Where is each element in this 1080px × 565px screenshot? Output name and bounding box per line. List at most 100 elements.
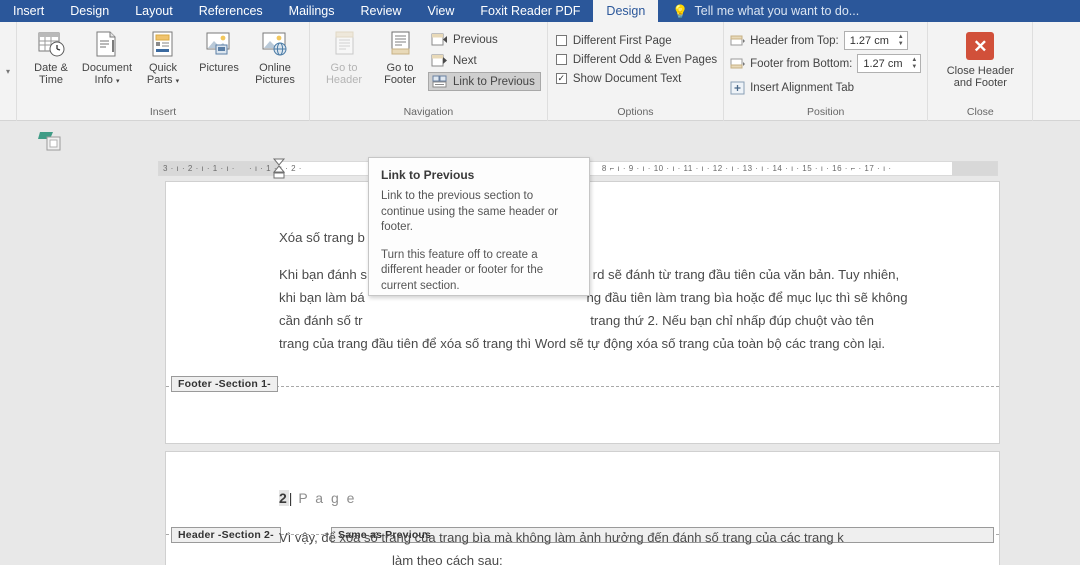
close-header-and-footer-button[interactable]: ✕ Close Header and Footer <box>934 26 1026 92</box>
footer-from-bottom-input[interactable]: 1.27 cm ▲ ▼ <box>857 54 922 73</box>
date-and-time-label: Date & Time <box>34 62 68 86</box>
ribbon-empty-area <box>1032 22 1080 121</box>
go-to-header-button[interactable]: Go to Header <box>316 26 372 89</box>
tab-design[interactable]: Design <box>57 0 122 22</box>
tab-foxit-reader-pdf[interactable]: Foxit Reader PDF <box>467 0 593 22</box>
footer-from-bottom-value: 1.27 cm <box>863 57 903 70</box>
page1-paragraph-line4: trang của trang đầu tiên để xóa số trang… <box>279 336 886 351</box>
page-label: P a g e <box>298 490 357 506</box>
tab-view[interactable]: View <box>415 0 468 22</box>
checkbox-different-odd-even-pages[interactable]: Different Odd & Even Pages <box>554 50 717 69</box>
quick-parts-button[interactable]: Quick Parts ▾ <box>135 26 191 91</box>
ruler-marks-left: 3 · ı · 2 · ı · 1 · ı · <box>163 164 235 173</box>
checkbox-icon <box>555 35 567 46</box>
pictures-button[interactable]: Pictures <box>191 26 247 77</box>
calendar-clock-icon <box>38 32 65 57</box>
online-pictures-button[interactable]: Online Pictures <box>247 26 303 89</box>
group-label-options: Options <box>617 106 654 118</box>
document-workspace: 3 · ı · 2 · ı · 1 · ı · · ı · 1 · ı · 2 … <box>0 121 1080 565</box>
pictures-label: Pictures <box>199 62 239 74</box>
quick-parts-label: Quick Parts <box>146 62 178 86</box>
link-to-previous-icon <box>432 75 447 88</box>
insert-alignment-tab-icon <box>730 81 745 94</box>
different-first-page-label: Different First Page <box>572 34 672 47</box>
tooltip-title: Link to Previous <box>381 168 475 182</box>
footer-from-bottom-icon <box>730 58 746 69</box>
go-to-footer-label: Go to Footer <box>384 62 416 86</box>
tab-insert[interactable]: Insert <box>0 0 57 22</box>
checkbox-icon <box>555 54 567 65</box>
indent-markers-icon[interactable] <box>272 158 286 180</box>
tab-references[interactable]: References <box>186 0 276 22</box>
footer-from-bottom-label: Footer from Bottom: <box>750 57 853 70</box>
header-section-2-marker: Header -Section 2- <box>171 527 281 543</box>
document-info-icon <box>96 31 116 57</box>
link-to-previous-button[interactable]: Link to Previous <box>428 72 541 91</box>
pictures-icon <box>206 32 230 55</box>
spinner-arrows-icon[interactable]: ▲ ▼ <box>898 34 904 47</box>
previous-section-button[interactable]: Previous <box>428 30 541 49</box>
chevron-down-icon: ▾ <box>175 78 180 85</box>
header-from-top-value: 1.27 cm <box>849 34 889 47</box>
tab-review[interactable]: Review <box>348 0 415 22</box>
document-info-button[interactable]: Document Info ▾ <box>79 26 135 91</box>
tell-me-search[interactable]: 💡 Tell me what you want to do... <box>658 0 859 22</box>
ribbon-overflow-arrow[interactable]: ▾ <box>0 22 16 121</box>
tab-layout[interactable]: Layout <box>122 0 186 22</box>
tab-mailings[interactable]: Mailings <box>276 0 348 22</box>
lightbulb-icon: 💡 <box>672 3 689 19</box>
p1-l3a: cần đánh số tr <box>279 313 363 328</box>
page2-body-line1: Vì vậy, để xóa số trang của trang bìa mà… <box>279 530 844 545</box>
ribbon-group-navigation: Go to Header Go to Footer Previous Next … <box>309 22 547 121</box>
page2-body-line2: làm theo cách sau: <box>392 553 503 565</box>
footer-from-bottom-row: Footer from Bottom: 1.27 cm ▲ ▼ <box>730 53 922 74</box>
paste-options-icon[interactable] <box>38 130 64 152</box>
ribbon-group-close: ✕ Close Header and Footer Close <box>927 22 1032 121</box>
previous-section-icon <box>431 33 447 46</box>
footer-divider-line <box>166 386 999 387</box>
go-to-footer-button[interactable]: Go to Footer <box>372 26 428 89</box>
checkbox-checked-icon: ✓ <box>555 73 567 84</box>
insert-alignment-tab-button[interactable]: Insert Alignment Tab <box>730 76 854 97</box>
ruler-marks-mid: · ı · 1 · ı · 2 · <box>248 164 302 173</box>
text-caret: | <box>288 490 293 506</box>
online-pictures-label: Online Pictures <box>255 62 295 86</box>
group-label-close: Close <box>966 106 994 118</box>
p1-l1a: Khi bạn đánh s <box>279 267 367 282</box>
header-from-top-input[interactable]: 1.27 cm ▲ ▼ <box>843 31 908 50</box>
go-to-footer-icon <box>391 31 410 55</box>
checkbox-different-first-page[interactable]: Different First Page <box>554 31 672 50</box>
ribbon-group-position: Header from Top: 1.27 cm ▲ ▼ Footer from … <box>723 22 927 121</box>
date-and-time-button[interactable]: Date & Time <box>23 26 79 89</box>
header-from-top-row: Header from Top: 1.27 cm ▲ ▼ <box>730 30 908 51</box>
ribbon-tab-bar: Insert Design Layout References Mailings… <box>0 0 1080 22</box>
tab-design-header-footer-tools[interactable]: Design <box>593 0 659 22</box>
spinner-arrows-icon[interactable]: ▲ ▼ <box>911 57 917 70</box>
go-to-header-icon <box>335 31 354 55</box>
quick-parts-icon <box>152 31 173 57</box>
close-x-icon: ✕ <box>966 32 995 60</box>
ribbon: ▾ Date & Time Document Info ▾ Quick Part… <box>0 22 1080 121</box>
checkbox-show-document-text[interactable]: ✓ Show Document Text <box>554 69 681 88</box>
tooltip-paragraph-1: Link to the previous section to continue… <box>381 190 559 233</box>
document-page-2: 2| P a g e Header -Section 2- Same as Pr… <box>165 451 1000 565</box>
insert-alignment-tab-label: Insert Alignment Tab <box>750 81 855 94</box>
ribbon-group-insert: Date & Time Document Info ▾ Quick Parts … <box>16 22 309 121</box>
different-odd-even-label: Different Odd & Even Pages <box>572 53 718 66</box>
group-label-insert: Insert <box>149 106 177 118</box>
p1-l3b: trang thứ 2. Nếu bạn chỉ nhấp đúp chuột … <box>590 313 875 328</box>
chevron-down-icon: ▾ <box>115 78 120 85</box>
group-label-position: Position <box>807 106 845 118</box>
group-label-navigation: Navigation <box>403 106 454 118</box>
link-to-previous-tooltip: Link to Previous Link to the previous se… <box>368 157 590 296</box>
next-section-button[interactable]: Next <box>428 51 541 70</box>
page-number-field[interactable]: 2| P a g e <box>279 490 356 506</box>
header-from-top-icon <box>730 35 746 46</box>
document-info-label: Document Info <box>81 62 133 86</box>
link-to-previous-label: Link to Previous <box>453 75 535 88</box>
ribbon-group-options: Different First Page Different Odd & Eve… <box>546 22 723 121</box>
go-to-header-label: Go to Header <box>325 62 363 86</box>
header-from-top-label: Header from Top: <box>750 34 839 47</box>
next-section-icon <box>431 54 447 67</box>
p1-l2a: khi bạn làm bá <box>279 290 365 305</box>
